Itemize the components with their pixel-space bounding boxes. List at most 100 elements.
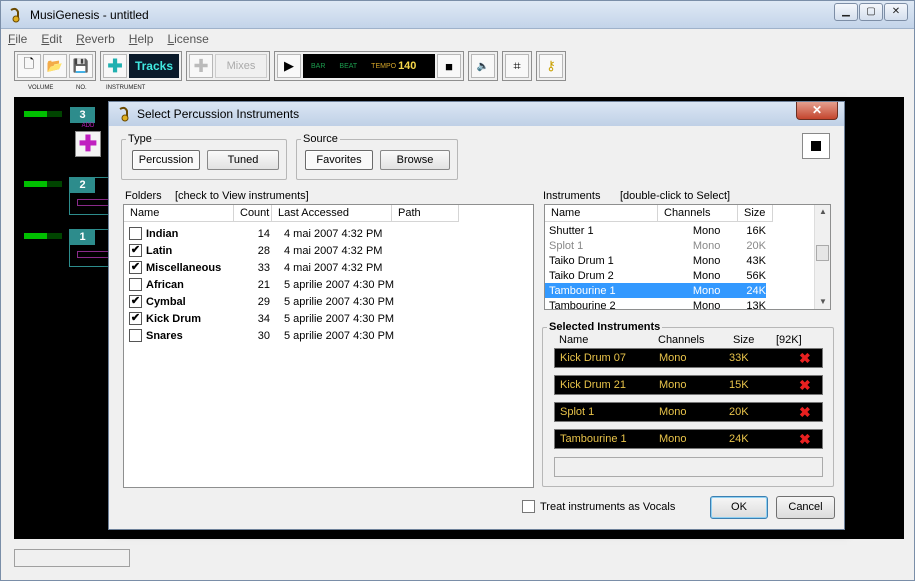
remove-icon[interactable]: ✖	[799, 377, 811, 394]
add-instrument-block[interactable]: ADD ✚	[69, 123, 107, 167]
volume-meter[interactable]	[24, 233, 62, 239]
instrument-row[interactable]: Taiko Drum 2 Mono 56K	[545, 268, 766, 283]
menu-reverb[interactable]: Reverb	[69, 29, 122, 49]
speaker-group: 🔈	[468, 51, 498, 81]
col-inst-channels[interactable]: Channels	[658, 205, 738, 222]
folder-last-accessed: 5 aprilie 2007 4:30 PM	[284, 295, 395, 308]
selected-instrument-row[interactable]: Kick Drum 07 Mono 33K ✖	[554, 348, 823, 368]
folder-count: 14	[257, 227, 270, 240]
folder-last-accessed: 4 mai 2007 4:32 PM	[284, 227, 383, 240]
instruments-scrollbar[interactable]: ▲ ▼	[814, 205, 830, 309]
folder-row[interactable]: African 21 5 aprilie 2007 4:30 PM	[124, 276, 394, 293]
key-icon[interactable]: ⚷	[539, 54, 563, 78]
folder-checkbox[interactable]	[129, 329, 142, 342]
folder-checkbox[interactable]: ✔	[129, 295, 142, 308]
stop-preview-button[interactable]	[802, 133, 830, 159]
scroll-down-icon[interactable]: ▼	[815, 295, 830, 309]
volume-meter[interactable]	[24, 181, 62, 187]
sequencer-icon[interactable]: ⌗	[505, 54, 529, 78]
col-inst-name[interactable]: Name	[545, 205, 658, 222]
sequencer-group: ⌗	[502, 51, 532, 81]
scroll-up-icon[interactable]: ▲	[815, 205, 830, 219]
minimize-icon[interactable]: ▁	[834, 3, 858, 21]
add-instrument-icon[interactable]: ✚	[75, 131, 101, 157]
favorites-toggle[interactable]: Favorites	[305, 150, 373, 170]
folder-checkbox[interactable]	[129, 278, 142, 291]
browse-toggle[interactable]: Browse	[380, 150, 450, 170]
speaker-icon[interactable]: 🔈	[471, 54, 495, 78]
counter-display: BAR BEAT TEMPO 140	[303, 54, 435, 78]
folder-last-accessed: 5 aprilie 2007 4:30 PM	[284, 312, 395, 325]
save-icon[interactable]: 💾	[69, 54, 93, 78]
col-count[interactable]: Count	[234, 205, 272, 222]
play-icon[interactable]: ▶	[277, 54, 301, 78]
col-last-accessed[interactable]: Last Accessed	[272, 205, 392, 222]
percussion-toggle[interactable]: Percussion	[132, 150, 200, 170]
stop-icon[interactable]: ■	[437, 54, 461, 78]
instrument-row[interactable]: Shutter 1 Mono 16K	[545, 223, 766, 238]
transport-group: ▶ BAR BEAT TEMPO 140 ■	[274, 51, 464, 81]
instrument-size: 13K	[746, 299, 766, 310]
folder-checkbox[interactable]: ✔	[129, 312, 142, 325]
open-folder-icon[interactable]: 📂	[43, 54, 67, 78]
new-file-icon[interactable]: 🗋	[17, 54, 41, 78]
folder-row[interactable]: ✔ Cymbal 29 5 aprilie 2007 4:30 PM	[124, 293, 394, 310]
selected-name: Kick Drum 07	[560, 352, 627, 364]
beat-label: BEAT	[339, 62, 358, 70]
sel-total-size: [92K]	[776, 334, 802, 346]
folder-checkbox[interactable]: ✔	[129, 244, 142, 257]
add-track-icon[interactable]: ✚	[103, 54, 127, 78]
tuned-toggle[interactable]: Tuned	[207, 150, 279, 170]
folder-row[interactable]: Snares 30 5 aprilie 2007 4:30 PM	[124, 327, 394, 344]
add-mix-icon[interactable]: ✚	[189, 54, 213, 78]
col-name[interactable]: Name	[124, 205, 234, 222]
folder-last-accessed: 4 mai 2007 4:32 PM	[284, 261, 383, 274]
remove-icon[interactable]: ✖	[799, 431, 811, 448]
instrument-row[interactable]: Tambourine 1 Mono 24K	[545, 283, 766, 298]
dialog-close-button[interactable]: ✕	[796, 102, 838, 120]
folder-name: Kick Drum	[146, 312, 202, 325]
maximize-icon[interactable]: ▢	[859, 3, 883, 21]
instruments-list[interactable]: Name Channels Size Shutter 1 Mono 16K Splot…	[544, 204, 831, 310]
folder-row[interactable]: ✔ Miscellaneous 33 4 mai 2007 4:32 PM	[124, 259, 382, 276]
instrument-size: 24K	[746, 284, 766, 297]
folder-last-accessed: 5 aprilie 2007 4:30 PM	[284, 329, 395, 342]
menu-license[interactable]: License	[160, 29, 215, 49]
main-title-bar: MusiGenesis - untitled ▁ ▢ ✕	[1, 1, 914, 29]
close-icon[interactable]: ✕	[884, 3, 908, 21]
mixes-button[interactable]: Mixes	[215, 54, 267, 78]
selected-instrument-row[interactable]: Tambourine 1 Mono 24K ✖	[554, 429, 823, 449]
volume-meter[interactable]	[24, 111, 62, 117]
ok-button[interactable]: OK	[710, 496, 768, 519]
instrument-row[interactable]: Taiko Drum 1 Mono 43K	[545, 253, 766, 268]
folders-list[interactable]: Name Count Last Accessed Path Indian 14 4 …	[123, 204, 534, 488]
vocals-checkbox-box[interactable]	[522, 500, 535, 513]
instrument-row[interactable]: Splot 1 Mono 20K	[545, 238, 766, 253]
folders-hint: [check to View instruments]	[175, 190, 309, 202]
folder-checkbox[interactable]: ✔	[129, 261, 142, 274]
remove-icon[interactable]: ✖	[799, 404, 811, 421]
col-path[interactable]: Path	[392, 205, 459, 222]
vocals-checkbox[interactable]: Treat instruments as Vocals	[522, 500, 675, 513]
selected-instrument-row[interactable]: Kick Drum 21 Mono 15K ✖	[554, 375, 823, 395]
menu-edit[interactable]: Edit	[34, 29, 69, 49]
col-inst-size[interactable]: Size	[738, 205, 773, 222]
menu-file[interactable]: File	[1, 29, 34, 49]
menu-help[interactable]: Help	[122, 29, 161, 49]
folder-row[interactable]: ✔ Kick Drum 34 5 aprilie 2007 4:30 PM	[124, 310, 394, 327]
folder-checkbox[interactable]	[129, 227, 142, 240]
folder-name: Snares	[146, 329, 183, 342]
folder-row[interactable]: Indian 14 4 mai 2007 4:32 PM	[124, 225, 382, 242]
instrument-row[interactable]: Tambourine 2 Mono 13K	[545, 298, 766, 310]
instrument-name: Splot 1	[549, 239, 584, 252]
scroll-thumb[interactable]	[816, 245, 829, 261]
type-legend: Type	[128, 133, 152, 145]
folder-row[interactable]: ✔ Latin 28 4 mai 2007 4:32 PM	[124, 242, 382, 259]
cancel-button[interactable]: Cancel	[776, 496, 835, 519]
tracks-button[interactable]: Tracks	[129, 54, 179, 78]
selected-instrument-row[interactable]: Splot 1 Mono 20K ✖	[554, 402, 823, 422]
selected-channels: Mono	[659, 406, 687, 418]
instrument-channels: Mono	[692, 254, 721, 267]
remove-icon[interactable]: ✖	[799, 350, 811, 367]
selected-name: Tambourine 1	[560, 433, 627, 445]
